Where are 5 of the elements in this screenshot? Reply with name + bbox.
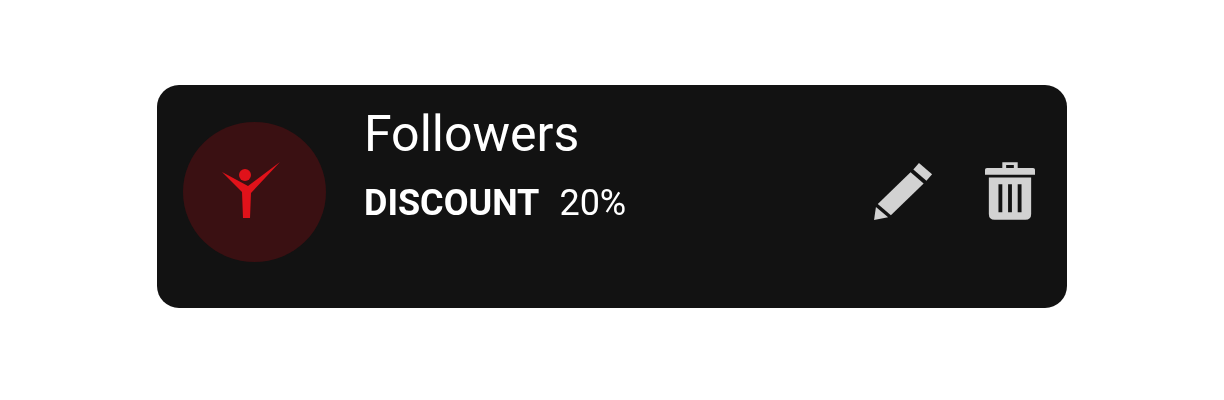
discount-label: DISCOUNT (364, 182, 540, 224)
pencil-icon[interactable] (873, 162, 935, 220)
card-title: Followers (364, 106, 581, 162)
discount-value: 20% (559, 182, 627, 224)
trash-icon[interactable] (985, 162, 1035, 220)
